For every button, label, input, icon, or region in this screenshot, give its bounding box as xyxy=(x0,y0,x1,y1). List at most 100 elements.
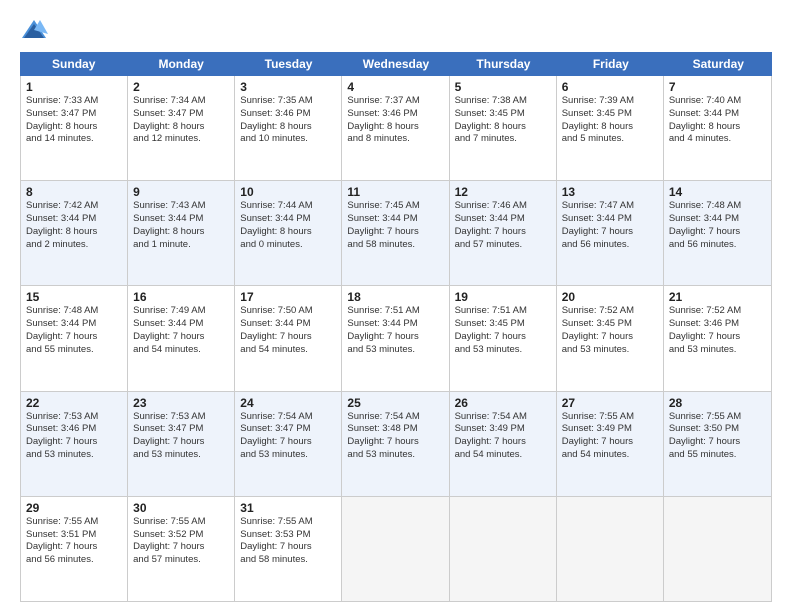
cell-info: Sunrise: 7:37 AMSunset: 3:46 PMDaylight:… xyxy=(347,95,443,146)
calendar-cell: 31Sunrise: 7:55 AMSunset: 3:53 PMDayligh… xyxy=(235,497,342,601)
calendar-cell: 2Sunrise: 7:34 AMSunset: 3:47 PMDaylight… xyxy=(128,76,235,180)
calendar-cell: 23Sunrise: 7:53 AMSunset: 3:47 PMDayligh… xyxy=(128,392,235,496)
day-number: 2 xyxy=(133,80,229,94)
cell-info: Sunrise: 7:33 AMSunset: 3:47 PMDaylight:… xyxy=(26,95,122,146)
calendar-cell: 4Sunrise: 7:37 AMSunset: 3:46 PMDaylight… xyxy=(342,76,449,180)
calendar-row: 15Sunrise: 7:48 AMSunset: 3:44 PMDayligh… xyxy=(21,286,771,391)
day-number: 1 xyxy=(26,80,122,94)
calendar-cell: 5Sunrise: 7:38 AMSunset: 3:45 PMDaylight… xyxy=(450,76,557,180)
day-number: 17 xyxy=(240,290,336,304)
day-number: 14 xyxy=(669,185,766,199)
page: SundayMondayTuesdayWednesdayThursdayFrid… xyxy=(0,0,792,612)
calendar-cell: 11Sunrise: 7:45 AMSunset: 3:44 PMDayligh… xyxy=(342,181,449,285)
header xyxy=(20,16,772,44)
day-number: 11 xyxy=(347,185,443,199)
calendar-cell: 1Sunrise: 7:33 AMSunset: 3:47 PMDaylight… xyxy=(21,76,128,180)
day-number: 27 xyxy=(562,396,658,410)
calendar-row: 22Sunrise: 7:53 AMSunset: 3:46 PMDayligh… xyxy=(21,392,771,497)
cell-info: Sunrise: 7:51 AMSunset: 3:45 PMDaylight:… xyxy=(455,305,551,356)
header-day: Friday xyxy=(557,52,664,76)
header-day: Wednesday xyxy=(342,52,449,76)
cell-info: Sunrise: 7:53 AMSunset: 3:47 PMDaylight:… xyxy=(133,411,229,462)
calendar-cell: 21Sunrise: 7:52 AMSunset: 3:46 PMDayligh… xyxy=(664,286,771,390)
day-number: 12 xyxy=(455,185,551,199)
cell-info: Sunrise: 7:55 AMSunset: 3:52 PMDaylight:… xyxy=(133,516,229,567)
calendar-cell: 6Sunrise: 7:39 AMSunset: 3:45 PMDaylight… xyxy=(557,76,664,180)
calendar-row: 29Sunrise: 7:55 AMSunset: 3:51 PMDayligh… xyxy=(21,497,771,601)
logo xyxy=(20,16,52,44)
calendar-cell xyxy=(342,497,449,601)
day-number: 18 xyxy=(347,290,443,304)
calendar-cell xyxy=(664,497,771,601)
calendar-cell: 30Sunrise: 7:55 AMSunset: 3:52 PMDayligh… xyxy=(128,497,235,601)
calendar-row: 8Sunrise: 7:42 AMSunset: 3:44 PMDaylight… xyxy=(21,181,771,286)
calendar: SundayMondayTuesdayWednesdayThursdayFrid… xyxy=(20,52,772,602)
day-number: 26 xyxy=(455,396,551,410)
day-number: 29 xyxy=(26,501,122,515)
cell-info: Sunrise: 7:55 AMSunset: 3:50 PMDaylight:… xyxy=(669,411,766,462)
cell-info: Sunrise: 7:48 AMSunset: 3:44 PMDaylight:… xyxy=(26,305,122,356)
cell-info: Sunrise: 7:55 AMSunset: 3:53 PMDaylight:… xyxy=(240,516,336,567)
calendar-cell: 25Sunrise: 7:54 AMSunset: 3:48 PMDayligh… xyxy=(342,392,449,496)
day-number: 3 xyxy=(240,80,336,94)
cell-info: Sunrise: 7:45 AMSunset: 3:44 PMDaylight:… xyxy=(347,200,443,251)
day-number: 5 xyxy=(455,80,551,94)
day-number: 19 xyxy=(455,290,551,304)
day-number: 6 xyxy=(562,80,658,94)
calendar-cell: 16Sunrise: 7:49 AMSunset: 3:44 PMDayligh… xyxy=(128,286,235,390)
day-number: 16 xyxy=(133,290,229,304)
cell-info: Sunrise: 7:46 AMSunset: 3:44 PMDaylight:… xyxy=(455,200,551,251)
cell-info: Sunrise: 7:34 AMSunset: 3:47 PMDaylight:… xyxy=(133,95,229,146)
cell-info: Sunrise: 7:44 AMSunset: 3:44 PMDaylight:… xyxy=(240,200,336,251)
calendar-cell: 19Sunrise: 7:51 AMSunset: 3:45 PMDayligh… xyxy=(450,286,557,390)
cell-info: Sunrise: 7:38 AMSunset: 3:45 PMDaylight:… xyxy=(455,95,551,146)
calendar-cell: 12Sunrise: 7:46 AMSunset: 3:44 PMDayligh… xyxy=(450,181,557,285)
calendar-header: SundayMondayTuesdayWednesdayThursdayFrid… xyxy=(20,52,772,76)
calendar-cell: 15Sunrise: 7:48 AMSunset: 3:44 PMDayligh… xyxy=(21,286,128,390)
calendar-cell: 10Sunrise: 7:44 AMSunset: 3:44 PMDayligh… xyxy=(235,181,342,285)
cell-info: Sunrise: 7:51 AMSunset: 3:44 PMDaylight:… xyxy=(347,305,443,356)
calendar-cell: 9Sunrise: 7:43 AMSunset: 3:44 PMDaylight… xyxy=(128,181,235,285)
cell-info: Sunrise: 7:42 AMSunset: 3:44 PMDaylight:… xyxy=(26,200,122,251)
day-number: 9 xyxy=(133,185,229,199)
day-number: 10 xyxy=(240,185,336,199)
calendar-row: 1Sunrise: 7:33 AMSunset: 3:47 PMDaylight… xyxy=(21,76,771,181)
day-number: 30 xyxy=(133,501,229,515)
cell-info: Sunrise: 7:48 AMSunset: 3:44 PMDaylight:… xyxy=(669,200,766,251)
day-number: 15 xyxy=(26,290,122,304)
header-day: Thursday xyxy=(450,52,557,76)
calendar-cell: 13Sunrise: 7:47 AMSunset: 3:44 PMDayligh… xyxy=(557,181,664,285)
day-number: 31 xyxy=(240,501,336,515)
day-number: 23 xyxy=(133,396,229,410)
day-number: 24 xyxy=(240,396,336,410)
day-number: 28 xyxy=(669,396,766,410)
calendar-cell: 27Sunrise: 7:55 AMSunset: 3:49 PMDayligh… xyxy=(557,392,664,496)
header-day: Saturday xyxy=(665,52,772,76)
header-day: Tuesday xyxy=(235,52,342,76)
calendar-cell: 8Sunrise: 7:42 AMSunset: 3:44 PMDaylight… xyxy=(21,181,128,285)
day-number: 21 xyxy=(669,290,766,304)
calendar-cell: 18Sunrise: 7:51 AMSunset: 3:44 PMDayligh… xyxy=(342,286,449,390)
calendar-cell: 17Sunrise: 7:50 AMSunset: 3:44 PMDayligh… xyxy=(235,286,342,390)
calendar-cell: 26Sunrise: 7:54 AMSunset: 3:49 PMDayligh… xyxy=(450,392,557,496)
cell-info: Sunrise: 7:55 AMSunset: 3:49 PMDaylight:… xyxy=(562,411,658,462)
calendar-cell: 3Sunrise: 7:35 AMSunset: 3:46 PMDaylight… xyxy=(235,76,342,180)
header-day: Sunday xyxy=(20,52,127,76)
cell-info: Sunrise: 7:54 AMSunset: 3:47 PMDaylight:… xyxy=(240,411,336,462)
day-number: 13 xyxy=(562,185,658,199)
cell-info: Sunrise: 7:53 AMSunset: 3:46 PMDaylight:… xyxy=(26,411,122,462)
calendar-cell: 28Sunrise: 7:55 AMSunset: 3:50 PMDayligh… xyxy=(664,392,771,496)
calendar-cell: 14Sunrise: 7:48 AMSunset: 3:44 PMDayligh… xyxy=(664,181,771,285)
day-number: 20 xyxy=(562,290,658,304)
day-number: 7 xyxy=(669,80,766,94)
cell-info: Sunrise: 7:50 AMSunset: 3:44 PMDaylight:… xyxy=(240,305,336,356)
day-number: 8 xyxy=(26,185,122,199)
day-number: 22 xyxy=(26,396,122,410)
cell-info: Sunrise: 7:52 AMSunset: 3:46 PMDaylight:… xyxy=(669,305,766,356)
calendar-cell xyxy=(450,497,557,601)
calendar-body: 1Sunrise: 7:33 AMSunset: 3:47 PMDaylight… xyxy=(20,76,772,602)
cell-info: Sunrise: 7:54 AMSunset: 3:48 PMDaylight:… xyxy=(347,411,443,462)
cell-info: Sunrise: 7:54 AMSunset: 3:49 PMDaylight:… xyxy=(455,411,551,462)
calendar-cell xyxy=(557,497,664,601)
calendar-cell: 22Sunrise: 7:53 AMSunset: 3:46 PMDayligh… xyxy=(21,392,128,496)
